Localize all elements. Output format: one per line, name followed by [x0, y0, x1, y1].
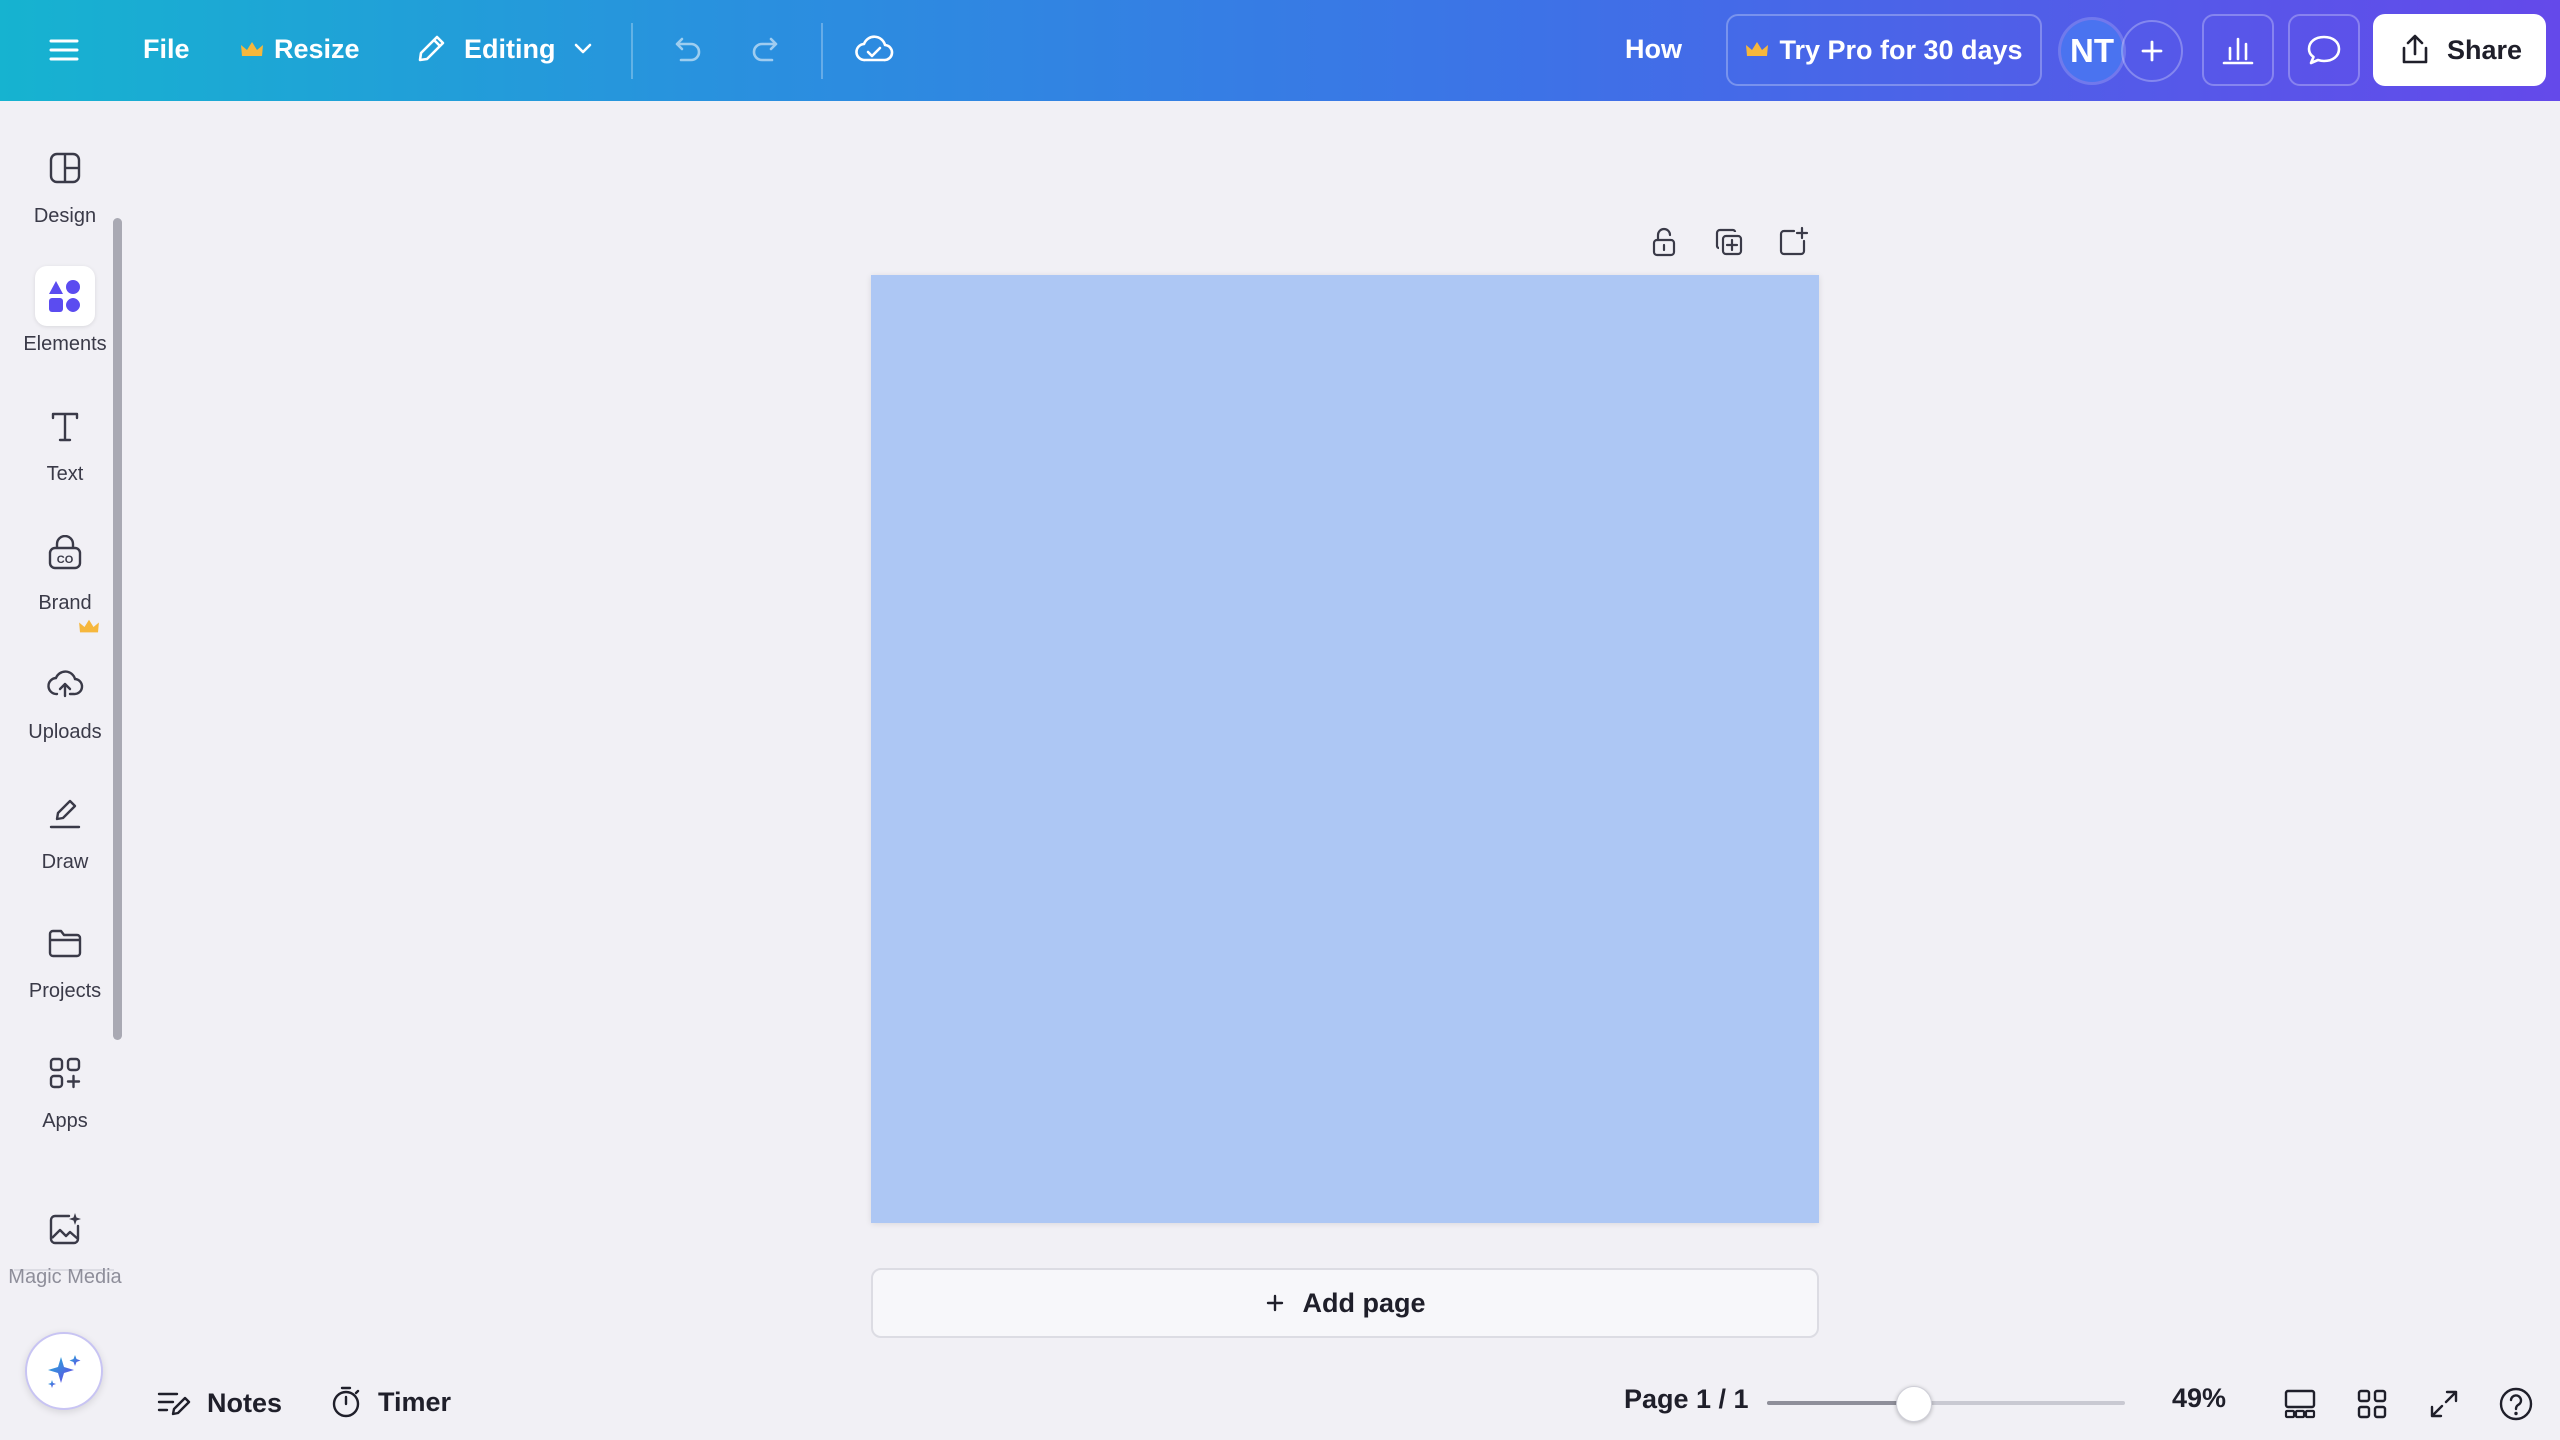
design-page[interactable] [871, 275, 1819, 1223]
add-collaborator-button[interactable] [2121, 20, 2183, 82]
sidebar-item-label: Draw [41, 851, 89, 873]
resize-button[interactable]: Resize [240, 34, 360, 65]
analytics-button[interactable] [2202, 14, 2274, 86]
page-indicator-label: Page 1 / 1 [1624, 1384, 1749, 1414]
undo-icon [665, 30, 705, 70]
shapes-icon [35, 266, 95, 326]
pages-view-icon [2281, 1385, 2319, 1423]
sidebar-item-elements[interactable]: Elements [0, 266, 130, 384]
redo-icon [748, 30, 788, 70]
sidebar-item-apps[interactable]: Apps [0, 1043, 130, 1161]
page-indicator[interactable]: Page 1 / 1 [1624, 1384, 1749, 1415]
sidebar-item-label: Magic Media [8, 1266, 122, 1288]
add-page-icon [1776, 225, 1810, 259]
help-button[interactable] [2496, 1384, 2536, 1424]
cloud-upload-icon [35, 654, 95, 714]
share-upload-icon [2397, 32, 2433, 68]
zoom-level[interactable]: 49% [2172, 1383, 2226, 1414]
add-page-top-button[interactable] [1769, 218, 1817, 266]
crown-icon [1745, 40, 1769, 60]
sidebar-item-uploads[interactable]: Uploads [0, 654, 130, 772]
editing-mode-dropdown[interactable]: Editing [412, 30, 597, 68]
grid-view-button[interactable] [2352, 1384, 2392, 1424]
how-button[interactable]: How [1625, 34, 1682, 65]
notes-label: Notes [207, 1387, 283, 1418]
crown-icon [78, 618, 100, 636]
timer-label: Timer [378, 1386, 452, 1417]
sidebar-item-text[interactable]: Text [0, 396, 130, 514]
sidebar-item-design[interactable]: Design [0, 138, 130, 256]
resize-label: Resize [274, 34, 360, 64]
notes-icon [155, 1384, 193, 1422]
fullscreen-button[interactable] [2424, 1384, 2464, 1424]
try-pro-button[interactable]: Try Pro for 30 days [1726, 14, 2042, 86]
pencil-icon [412, 30, 450, 68]
sidebar-item-label: Text [46, 463, 84, 485]
layout-icon [35, 138, 95, 198]
try-pro-label: Try Pro for 30 days [1779, 34, 2023, 65]
top-toolbar: File Resize Editing How Try Pro for 30 d… [0, 0, 2560, 101]
apps-icon [35, 1043, 95, 1103]
duplicate-page-button[interactable] [1705, 218, 1753, 266]
zoom-slider-fill [1767, 1401, 1918, 1405]
lock-page-button[interactable] [1640, 218, 1688, 266]
editing-label: Editing [464, 33, 556, 64]
add-page-label: Add page [1302, 1287, 1426, 1318]
chevron-down-icon [569, 35, 597, 63]
share-label: Share [2446, 34, 2523, 65]
zoom-slider-thumb[interactable] [1896, 1386, 1932, 1422]
timer-button[interactable]: Timer [328, 1384, 451, 1420]
grid-view-icon [2354, 1386, 2390, 1422]
magic-media-icon [35, 1199, 95, 1259]
sidebar-item-label: Projects [28, 980, 102, 1002]
expand-icon [2426, 1386, 2462, 1422]
comment-icon [2305, 31, 2343, 69]
file-label: File [143, 34, 190, 64]
comments-button[interactable] [2288, 14, 2360, 86]
svg-text:CO: CO [57, 554, 74, 566]
sparkle-icon [42, 1349, 86, 1393]
toolbar-divider [821, 23, 823, 79]
sidebar-item-draw[interactable]: Draw [0, 784, 130, 902]
plus-icon [2137, 36, 2167, 66]
sidebar-item-label: Design [33, 205, 97, 227]
sidebar-item-label: Brand [38, 592, 92, 614]
notes-button[interactable]: Notes [155, 1384, 282, 1422]
toolbar-divider [631, 23, 633, 79]
zoom-slider[interactable] [1767, 1401, 2125, 1405]
magic-assistant-button[interactable] [25, 1332, 103, 1410]
menu-icon [44, 30, 84, 70]
cloud-check-icon [853, 29, 895, 71]
timer-icon [328, 1384, 364, 1420]
save-status-button[interactable] [853, 29, 895, 71]
avatar[interactable]: NT [2061, 20, 2123, 82]
draw-icon [35, 784, 95, 844]
add-page-button[interactable]: Add page [871, 1268, 1819, 1338]
left-sidebar: Design Elements Text CO Brand Uploads Dr… [0, 101, 130, 1440]
sidebar-item-label: Uploads [28, 721, 102, 743]
sidebar-item-label: Apps [42, 1110, 88, 1132]
how-label: How [1625, 34, 1682, 64]
help-icon [2497, 1385, 2535, 1423]
text-icon [35, 396, 95, 456]
sidebar-item-label: Elements [23, 333, 107, 355]
sidebar-scrollbar[interactable] [113, 218, 122, 1040]
sidebar-item-brand[interactable]: CO Brand [0, 525, 130, 643]
crown-icon [240, 40, 264, 60]
share-button[interactable]: Share [2373, 14, 2546, 86]
redo-button[interactable] [748, 30, 788, 70]
folder-icon [35, 913, 95, 973]
menu-button[interactable] [44, 30, 84, 70]
duplicate-icon [1712, 225, 1746, 259]
sidebar-item-magic-media[interactable]: Magic Media [0, 1199, 130, 1317]
lock-icon [1647, 225, 1681, 259]
analytics-icon [2219, 31, 2257, 69]
sidebar-item-projects[interactable]: Projects [0, 913, 130, 1031]
brand-icon: CO [35, 525, 95, 585]
file-menu-button[interactable]: File [143, 34, 190, 65]
pages-view-button[interactable] [2280, 1384, 2320, 1424]
undo-button[interactable] [665, 30, 705, 70]
plus-icon [1264, 1292, 1286, 1314]
